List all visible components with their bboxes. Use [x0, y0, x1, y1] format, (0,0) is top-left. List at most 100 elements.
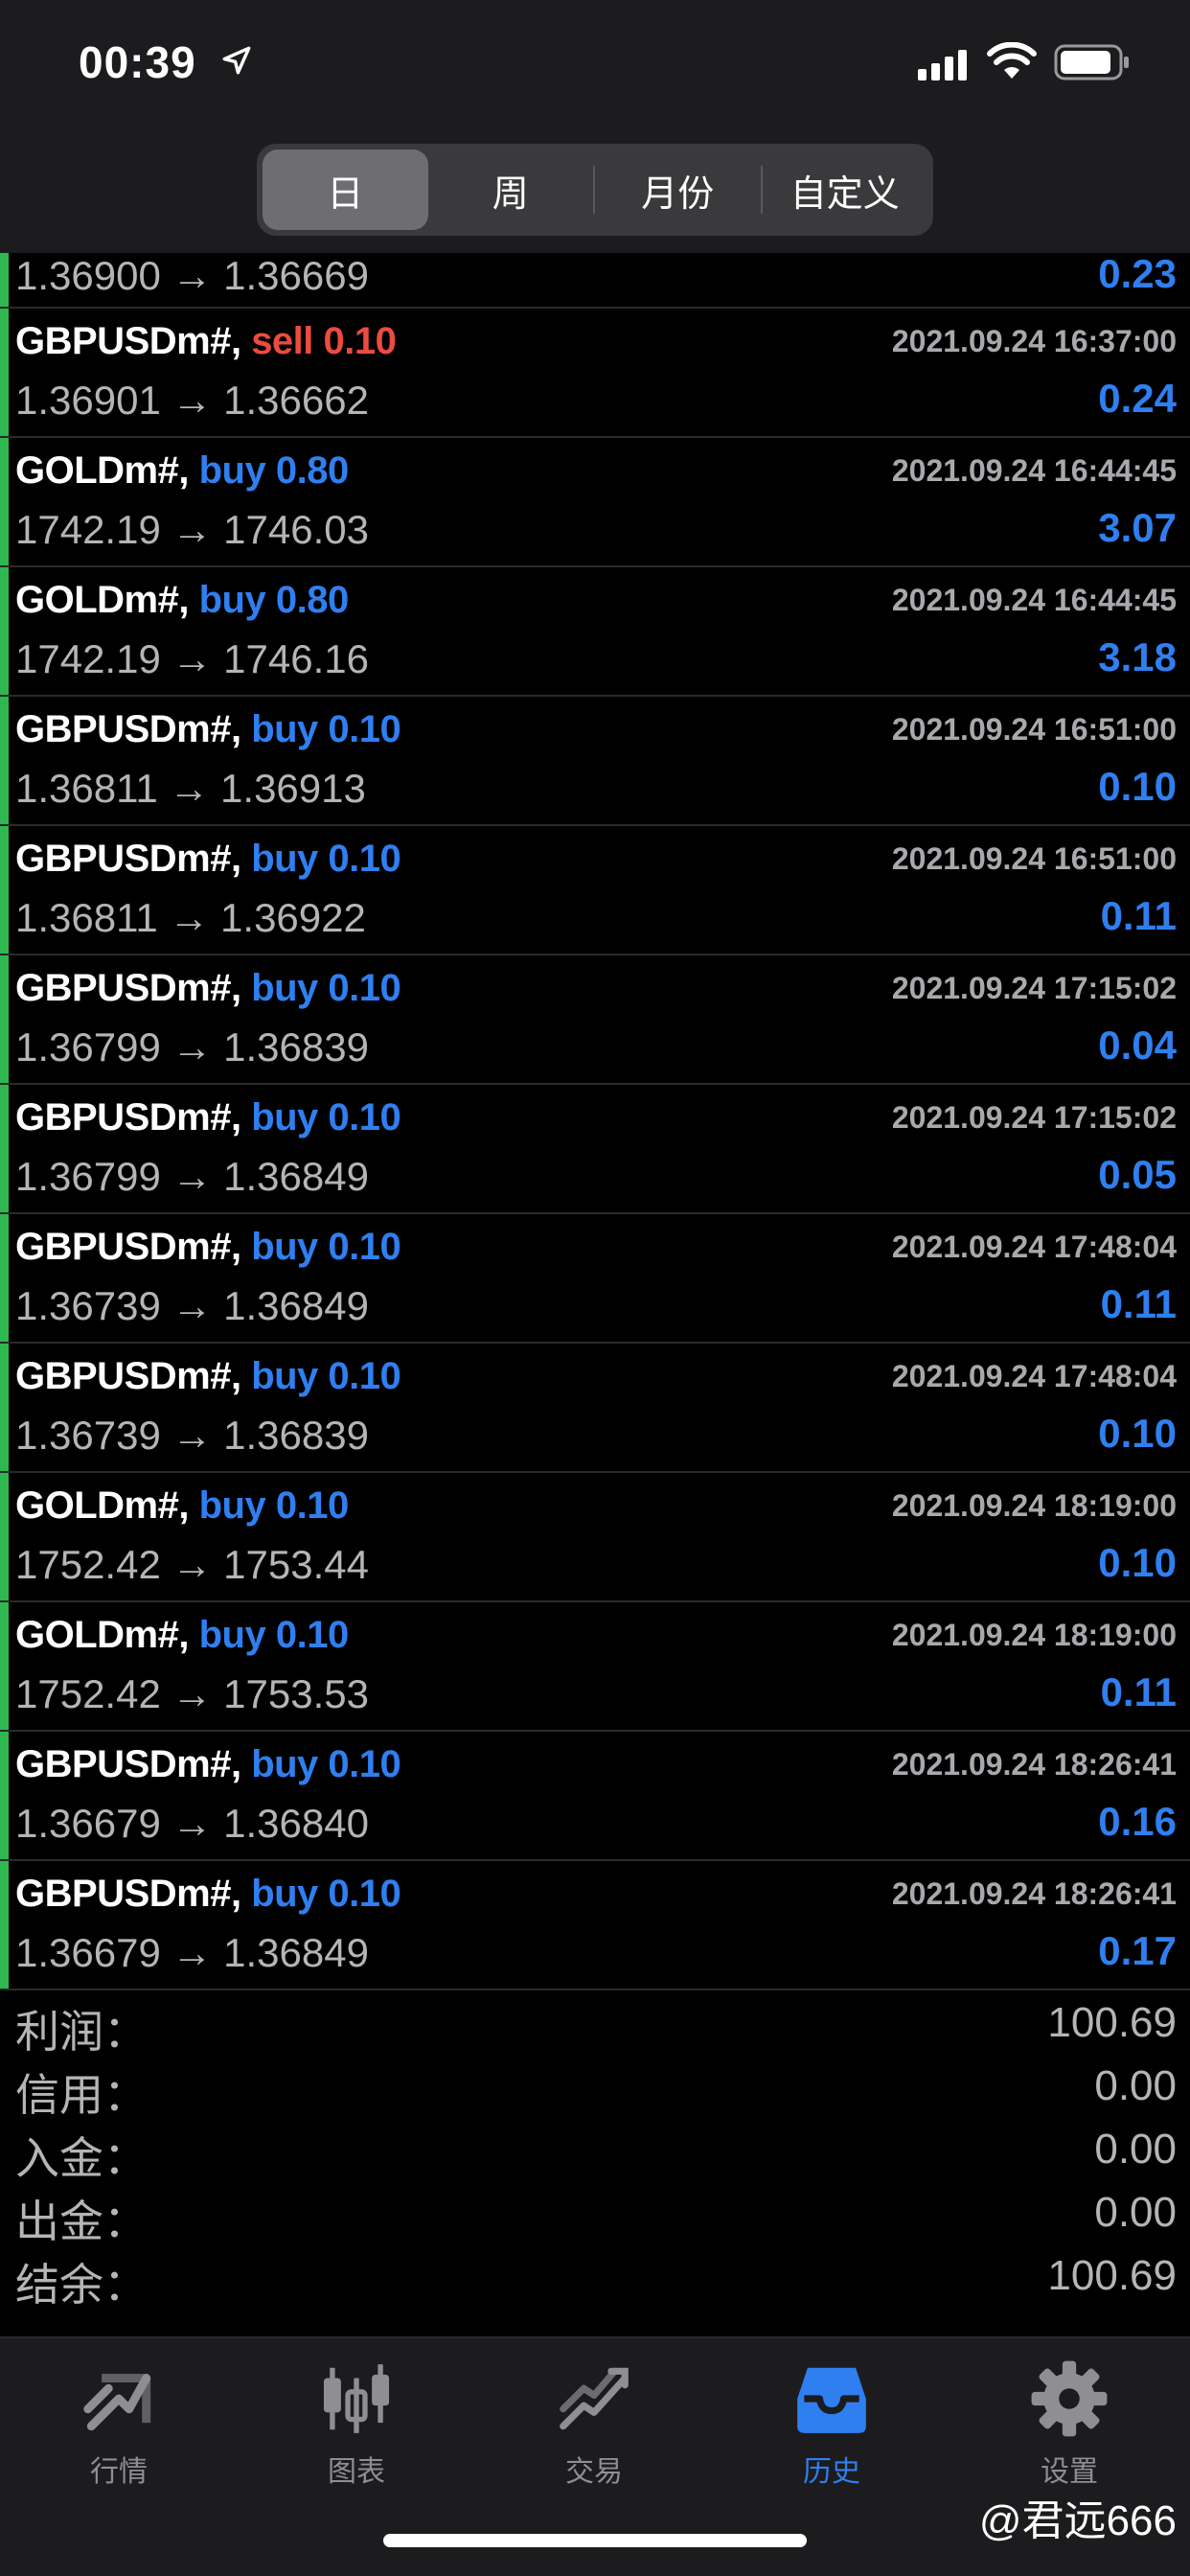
summary-value: 0.00	[1094, 2189, 1177, 2236]
trade-row[interactable]: GBPUSDm#, buy 0.10 2021.09.24 17:48:04 1.3…	[0, 1344, 1190, 1473]
trade-prices: 1.36739 → 1.36839	[15, 1413, 369, 1458]
trade-row[interactable]: GOLDm#, buy 0.80 2021.09.24 16:44:45 1742.…	[0, 438, 1190, 567]
summary-credit: 信用： 0.00	[0, 2055, 1190, 2120]
trade-date: 2021.09.24 18:19:00	[891, 1618, 1177, 1652]
trade-prices: 1.36799 → 1.36849	[15, 1154, 369, 1199]
summary-label: 结余：	[15, 2260, 148, 2310]
location-arrow-icon	[222, 46, 251, 75]
tab-history[interactable]: 历史	[755, 2358, 908, 2501]
trade-side: buy 0.10	[198, 1484, 350, 1527]
trade-side: buy 0.10	[251, 1743, 401, 1785]
trade-prices: 1742.19 → 1746.03	[15, 507, 369, 552]
cellular-signal-icon	[918, 50, 967, 80]
home-indicator[interactable]	[383, 2534, 807, 2547]
trade-row[interactable]: GBPUSDm#, sell 0.10 2021.09.24 16:37:00 1.…	[0, 309, 1190, 438]
trade-date: 2021.09.24 16:51:00	[891, 841, 1177, 876]
trade-row[interactable]: GBPUSDm#, buy 0.10 2021.09.24 17:48:04 1.3…	[0, 1214, 1190, 1344]
trade-prices: 1752.42 → 1753.44	[15, 1542, 369, 1587]
trade-symbol: GBPUSDm#, buy 0.10	[15, 1226, 401, 1269]
trade-row[interactable]: 1.36900 → 1.36669 0.23	[0, 251, 1190, 309]
symbol-name: GBPUSDm#,	[15, 967, 241, 1009]
trade-profit: 0.16	[1098, 1799, 1177, 1844]
trade-date: 2021.09.24 16:44:45	[891, 453, 1177, 488]
summary-label: 信用：	[15, 2070, 148, 2120]
trade-prices: 1.36900 → 1.36669	[15, 253, 369, 298]
trade-symbol: GBPUSDm#, buy 0.10	[15, 1743, 401, 1786]
summary-value: 0.00	[1094, 2062, 1177, 2109]
trade-side: sell 0.10	[251, 320, 397, 362]
period-segmented-control: 日 周 月份 自定义	[257, 144, 933, 236]
trade-prices: 1.36799 → 1.36839	[15, 1024, 369, 1070]
trade-profit: 0.05	[1098, 1152, 1177, 1197]
trade-row[interactable]: GBPUSDm#, buy 0.10 2021.09.24 17:15:02 1.3…	[0, 955, 1190, 1085]
period-tab-day[interactable]: 日	[263, 150, 428, 230]
trade-profit: 0.10	[1098, 1540, 1177, 1585]
trade-symbol: GOLDm#, buy 0.10	[15, 1484, 349, 1528]
account-summary: 利润： 100.69 信用： 0.00 入金： 0.00 出金： 0.00 结余…	[0, 1991, 1190, 2336]
trade-side: buy 0.10	[251, 1226, 401, 1268]
trade-icon	[560, 2367, 629, 2430]
trade-row[interactable]: GBPUSDm#, buy 0.10 2021.09.24 18:26:41 1.3…	[0, 1732, 1190, 1861]
trade-side: buy 0.10	[198, 1614, 350, 1656]
trade-row[interactable]: GOLDm#, buy 0.10 2021.09.24 18:19:00 1752.…	[0, 1473, 1190, 1602]
trade-prices: 1.36739 → 1.36849	[15, 1283, 369, 1328]
trade-profit: 0.11	[1100, 1281, 1177, 1326]
tab-label: 交易	[565, 2456, 623, 2488]
period-tab-custom[interactable]: 自定义	[763, 150, 928, 230]
trade-symbol: GBPUSDm#, sell 0.10	[15, 320, 397, 363]
tab-trade[interactable]: 交易	[517, 2358, 671, 2501]
trade-date: 2021.09.24 17:48:04	[891, 1230, 1177, 1264]
tab-label: 历史	[803, 2456, 860, 2488]
trade-symbol: GBPUSDm#, buy 0.10	[15, 708, 401, 751]
trade-profit: 0.10	[1098, 764, 1177, 809]
period-tab-week[interactable]: 周	[428, 150, 594, 230]
symbol-name: GOLDm#,	[15, 579, 189, 621]
trade-row[interactable]: GBPUSDm#, buy 0.10 2021.09.24 18:26:41 1.3…	[0, 1861, 1190, 1990]
trade-date: 2021.09.24 18:26:41	[891, 1747, 1177, 1782]
symbol-name: GBPUSDm#,	[15, 1743, 241, 1785]
trade-symbol: GOLDm#, buy 0.80	[15, 579, 349, 622]
trade-profit: 0.11	[1100, 893, 1177, 938]
summary-withdrawal: 出金： 0.00	[0, 2181, 1190, 2246]
trade-symbol: GBPUSDm#, buy 0.10	[15, 967, 401, 1010]
symbol-name: GOLDm#,	[15, 1614, 189, 1656]
history-icon	[797, 2367, 866, 2433]
quotes-icon	[83, 2374, 151, 2431]
symbol-name: GBPUSDm#,	[15, 1096, 241, 1138]
trade-row[interactable]: GOLDm#, buy 0.10 2021.09.24 18:19:00 1752.…	[0, 1602, 1190, 1732]
tab-quotes[interactable]: 行情	[42, 2358, 195, 2501]
symbol-name: GBPUSDm#,	[15, 1226, 241, 1268]
summary-label: 利润：	[15, 2007, 148, 2057]
trade-date: 2021.09.24 17:15:02	[891, 1100, 1177, 1135]
trade-side: buy 0.10	[251, 967, 401, 1009]
trade-side: buy 0.10	[251, 1096, 401, 1138]
watermark: @君远666	[978, 2497, 1177, 2544]
tab-label: 图表	[328, 2456, 385, 2488]
summary-value: 0.00	[1094, 2126, 1177, 2173]
trade-prices: 1.36679 → 1.36849	[15, 1930, 369, 1975]
trade-profit: 3.07	[1098, 505, 1177, 550]
trade-date: 2021.09.24 17:48:04	[891, 1359, 1177, 1393]
trade-prices: 1.36811 → 1.36922	[15, 895, 366, 940]
trade-row[interactable]: GBPUSDm#, buy 0.10 2021.09.24 16:51:00 1.3…	[0, 697, 1190, 826]
header: 00:39 日 周 月份 自定义	[0, 0, 1190, 253]
trade-row[interactable]: GBPUSDm#, buy 0.10 2021.09.24 16:51:00 1.3…	[0, 826, 1190, 955]
trade-date: 2021.09.24 16:37:00	[891, 324, 1177, 358]
tab-settings[interactable]: 设置	[993, 2358, 1146, 2501]
trade-profit: 0.24	[1098, 376, 1177, 421]
symbol-name: GBPUSDm#,	[15, 1873, 241, 1915]
trade-row[interactable]: GBPUSDm#, buy 0.10 2021.09.24 17:15:02 1.3…	[0, 1085, 1190, 1214]
trade-row[interactable]: GOLDm#, buy 0.80 2021.09.24 16:44:45 1742.…	[0, 567, 1190, 697]
trade-profit: 0.23	[1098, 251, 1177, 296]
trade-prices: 1.36901 → 1.36662	[15, 378, 369, 423]
trade-date: 2021.09.24 17:15:02	[891, 971, 1177, 1005]
chart-icon	[323, 2364, 390, 2433]
tab-chart[interactable]: 图表	[280, 2358, 433, 2501]
trade-history-list: 1.36900 → 1.36669 0.23 GBPUSDm#, sell 0.…	[0, 251, 1190, 1990]
trade-prices: 1742.19 → 1746.16	[15, 636, 369, 681]
period-tab-month[interactable]: 月份	[595, 150, 761, 230]
trade-side: buy 0.10	[251, 1873, 401, 1915]
trade-symbol: GBPUSDm#, buy 0.10	[15, 1096, 401, 1139]
trade-profit: 3.18	[1098, 634, 1177, 679]
trade-date: 2021.09.24 16:51:00	[891, 712, 1177, 747]
